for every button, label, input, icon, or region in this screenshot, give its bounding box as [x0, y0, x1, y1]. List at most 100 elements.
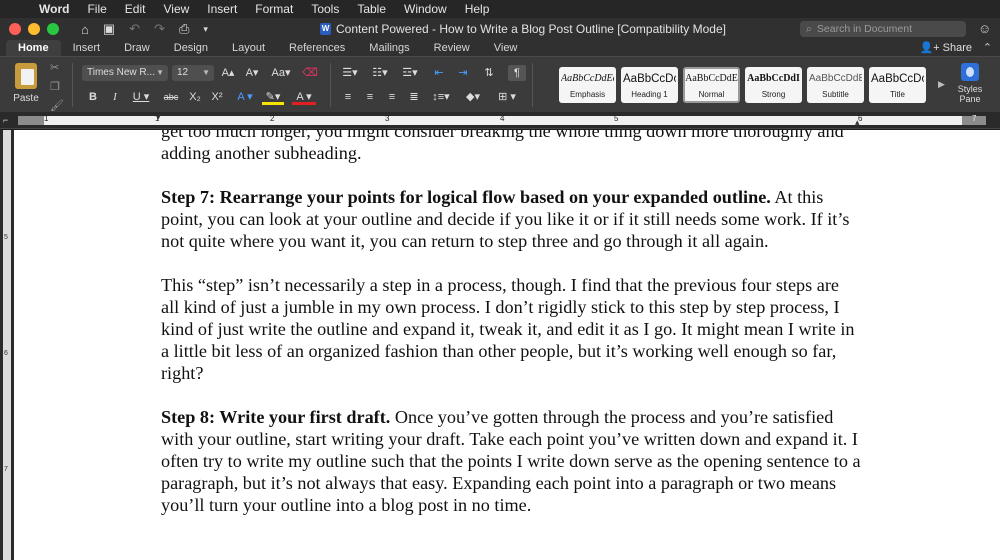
- sort-icon[interactable]: ⇅: [480, 65, 498, 81]
- close-window-button[interactable]: [9, 23, 21, 35]
- menu-tools[interactable]: Tools: [302, 2, 348, 16]
- menu-insert[interactable]: Insert: [198, 2, 246, 16]
- horizontal-ruler[interactable]: ⌐ 1 1 2 3 4 5 6 7 ▾ ▴: [0, 112, 1000, 129]
- text-effects-icon[interactable]: A ▾: [234, 89, 256, 105]
- strikethrough-icon[interactable]: abc: [160, 89, 182, 105]
- menu-table[interactable]: Table: [348, 2, 395, 16]
- cut-icon[interactable]: ✂: [50, 61, 64, 74]
- tab-view[interactable]: View: [482, 40, 530, 56]
- tab-mailings[interactable]: Mailings: [357, 40, 421, 56]
- menu-help[interactable]: Help: [456, 2, 499, 16]
- multilevel-list-icon[interactable]: ☲▾: [398, 65, 422, 81]
- menu-view[interactable]: View: [154, 2, 198, 16]
- ruler-number: 7: [972, 114, 977, 123]
- redo-icon[interactable]: ↷: [154, 21, 165, 37]
- menu-window[interactable]: Window: [395, 2, 456, 16]
- zoom-window-button[interactable]: [47, 23, 59, 35]
- share-button[interactable]: 👤+ Share: [919, 40, 972, 56]
- align-right-icon[interactable]: ≡: [384, 89, 400, 105]
- superscript-icon[interactable]: X²: [208, 89, 226, 105]
- collapse-ribbon-icon[interactable]: ⌃: [983, 40, 992, 56]
- italic-icon[interactable]: I: [108, 89, 122, 105]
- style-sample: AaBbCcDdEe: [809, 73, 862, 84]
- paragraph[interactable]: get too much longer, you might consider …: [161, 130, 861, 164]
- tab-layout[interactable]: Layout: [220, 40, 277, 56]
- style-emphasis[interactable]: AaBbCcDdEe Emphasis: [559, 67, 616, 103]
- menu-file[interactable]: File: [78, 2, 115, 16]
- paste-button[interactable]: Paste: [6, 63, 46, 104]
- chevron-down-icon: ▼: [202, 68, 210, 77]
- step-heading: Step 8: Write your first draft.: [161, 407, 391, 427]
- ruler-number: 5: [614, 114, 619, 123]
- tab-stop-selector-icon[interactable]: ⌐: [3, 115, 8, 125]
- align-left-icon[interactable]: ≡: [340, 89, 356, 105]
- bold-icon[interactable]: B: [86, 89, 100, 105]
- paste-label: Paste: [13, 93, 39, 104]
- style-name: Emphasis: [569, 90, 606, 99]
- undo-icon[interactable]: ↶: [129, 21, 140, 37]
- shading-icon[interactable]: ◆▾: [462, 89, 484, 105]
- font-size-dropdown[interactable]: 12 ▼: [172, 65, 214, 81]
- style-title[interactable]: AaBbCcDc Title: [869, 67, 926, 103]
- document-page[interactable]: get too much longer, you might consider …: [14, 130, 1000, 560]
- subscript-icon[interactable]: X₂: [186, 89, 204, 105]
- decrease-indent-icon[interactable]: ⇤: [430, 65, 448, 81]
- feedback-smiley-icon[interactable]: ☺: [978, 21, 991, 36]
- tab-draw[interactable]: Draw: [112, 40, 162, 56]
- ribbon-home: Paste ✂ ❐ 🖌 Times New R... ▼ 12 ▼ A▴ A▾ Aa…: [0, 56, 1000, 112]
- search-in-document-field[interactable]: ⌕ Search in Document: [800, 21, 966, 37]
- more-styles-arrow-icon[interactable]: ▶: [938, 79, 945, 90]
- document-body[interactable]: get too much longer, you might consider …: [161, 130, 861, 538]
- highlight-color-icon[interactable]: ✎▾: [262, 89, 284, 105]
- style-subtitle[interactable]: AaBbCcDdEe Subtitle: [807, 67, 864, 103]
- clipboard-icon: [15, 63, 37, 89]
- menu-edit[interactable]: Edit: [116, 2, 155, 16]
- change-case-icon[interactable]: Aa▾: [268, 65, 294, 81]
- paragraph[interactable]: Step 7: Rearrange your points for logica…: [161, 186, 861, 252]
- style-normal[interactable]: AaBbCcDdE Normal: [683, 67, 740, 103]
- home-icon[interactable]: ⌂: [81, 22, 89, 37]
- numbering-icon[interactable]: ☷▾: [368, 65, 392, 81]
- ribbon-divider: [72, 63, 73, 107]
- show-formatting-marks-icon[interactable]: ¶: [508, 65, 526, 81]
- tab-insert[interactable]: Insert: [61, 40, 113, 56]
- font-color-icon[interactable]: A ▾: [292, 89, 316, 105]
- menu-format[interactable]: Format: [246, 2, 302, 16]
- document-title-text: Content Powered - How to Write a Blog Po…: [336, 22, 726, 36]
- first-line-indent-marker-icon[interactable]: ▾: [156, 112, 161, 123]
- style-sample: AaBbCcDc: [871, 73, 924, 85]
- window-title-bar: ⌂ ▣ ↶ ↷ ⎙ ▾ W Content Powered - How to W…: [0, 18, 1000, 40]
- ribbon-tabs: Home Insert Draw Design Layout Reference…: [0, 40, 1000, 56]
- customize-toolbar-icon[interactable]: ▾: [203, 24, 208, 35]
- style-sample: AaBbCcDdEe: [561, 73, 614, 84]
- tab-references[interactable]: References: [277, 40, 357, 56]
- styles-gallery: AaBbCcDdEe Emphasis AaBbCcDc Heading 1 A…: [559, 67, 926, 103]
- right-indent-marker-icon[interactable]: ▴: [855, 117, 860, 128]
- style-strong[interactable]: AaBbCcDdI Strong: [745, 67, 802, 103]
- line-spacing-icon[interactable]: ↕≡▾: [430, 89, 452, 105]
- style-name: Subtitle: [822, 90, 849, 99]
- minimize-window-button[interactable]: [28, 23, 40, 35]
- style-heading-1[interactable]: AaBbCcDc Heading 1: [621, 67, 678, 103]
- print-icon[interactable]: ⎙: [179, 21, 189, 37]
- increase-font-size-icon[interactable]: A▴: [218, 65, 238, 81]
- borders-icon[interactable]: ⊞ ▾: [492, 89, 522, 105]
- underline-icon[interactable]: U ▾: [130, 89, 152, 105]
- justify-icon[interactable]: ≣: [406, 89, 422, 105]
- decrease-font-size-icon[interactable]: A▾: [242, 65, 262, 81]
- menu-app-word[interactable]: Word: [30, 2, 78, 16]
- font-name-dropdown[interactable]: Times New R... ▼: [82, 65, 168, 81]
- clear-formatting-icon[interactable]: ⌫: [300, 65, 320, 81]
- paragraph[interactable]: Step 8: Write your first draft. Once you…: [161, 406, 861, 516]
- increase-indent-icon[interactable]: ⇥: [454, 65, 472, 81]
- align-center-icon[interactable]: ≡: [362, 89, 378, 105]
- save-icon[interactable]: ▣: [103, 21, 115, 37]
- copy-icon[interactable]: ❐: [50, 80, 64, 93]
- bullets-icon[interactable]: ☰▾: [338, 65, 362, 81]
- tab-review[interactable]: Review: [422, 40, 482, 56]
- styles-pane-button[interactable]: Styles Pane: [950, 63, 990, 104]
- tab-design[interactable]: Design: [162, 40, 220, 56]
- tab-home[interactable]: Home: [6, 40, 61, 56]
- paragraph[interactable]: This “step” isn’t necessarily a step in …: [161, 274, 861, 384]
- format-painter-icon[interactable]: 🖌: [50, 99, 64, 112]
